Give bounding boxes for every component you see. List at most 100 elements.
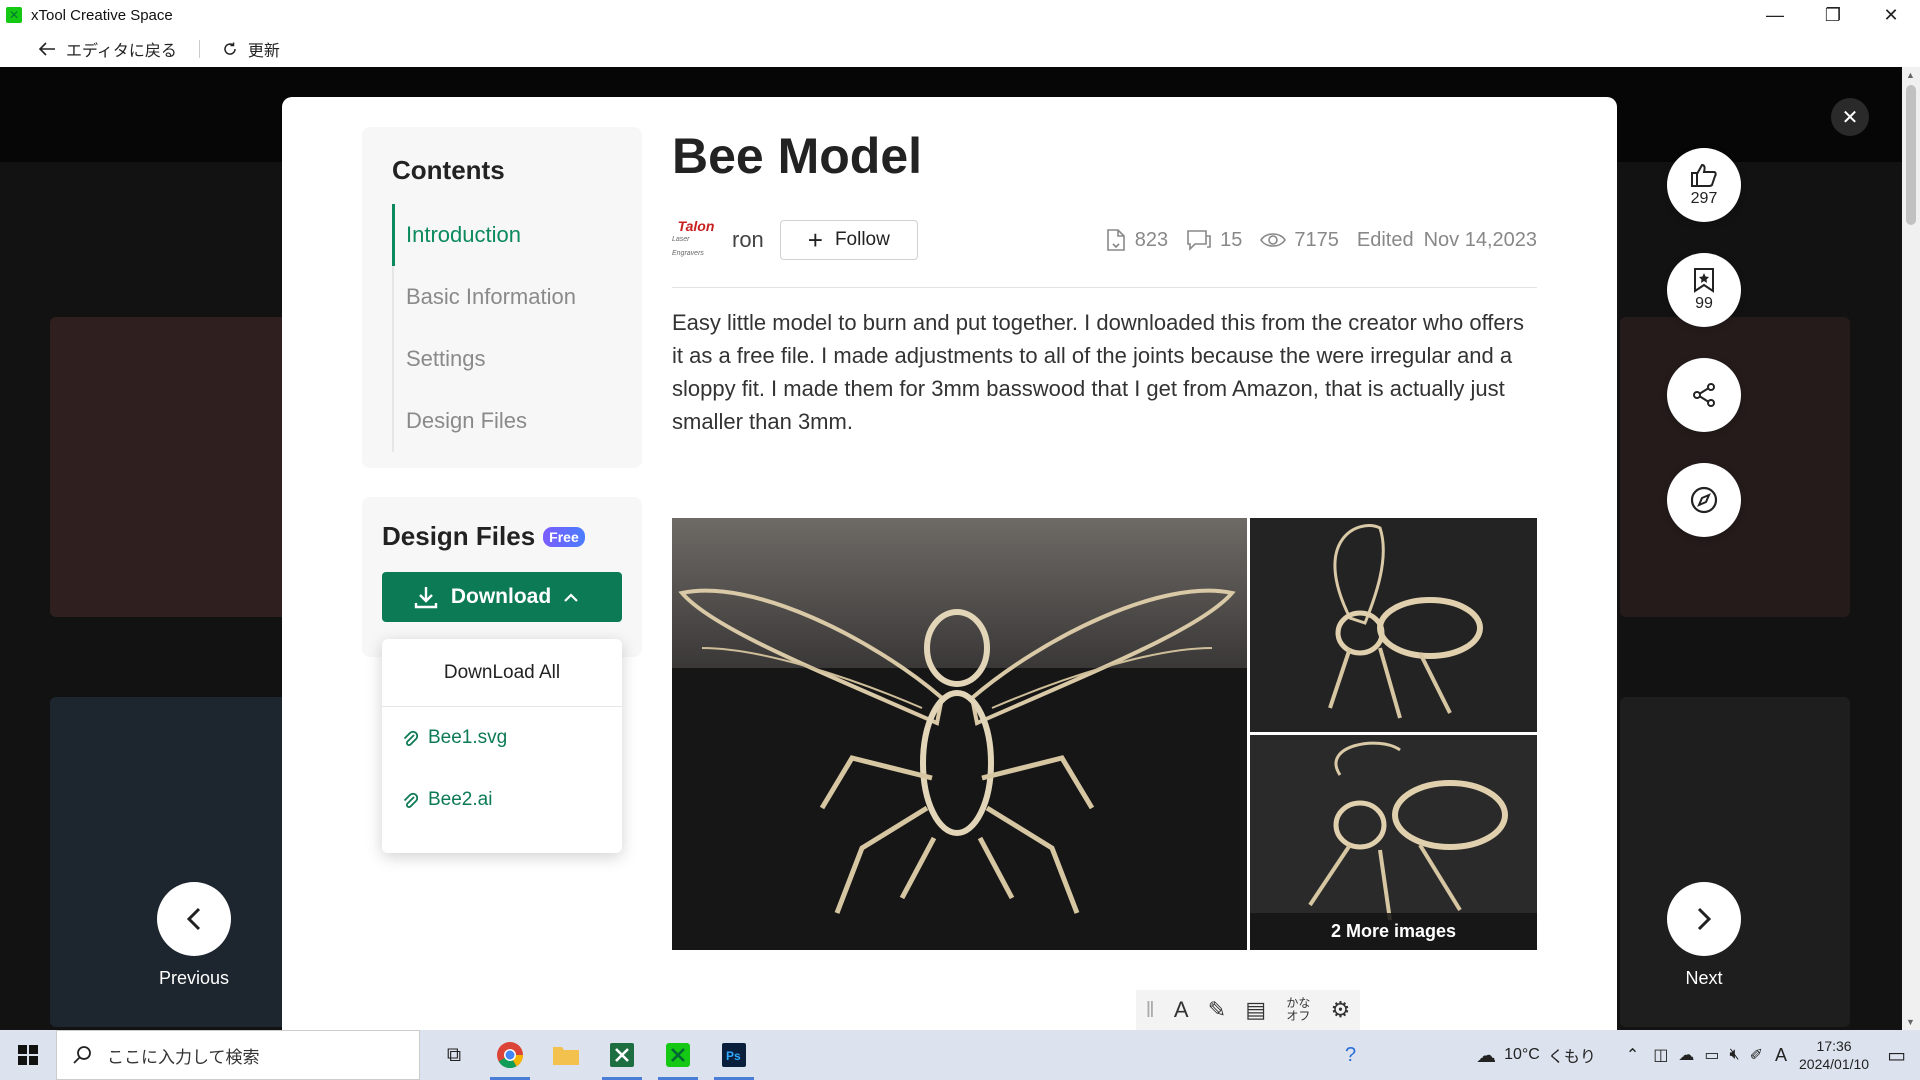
ime-mode-indicator[interactable]: A bbox=[1775, 1045, 1787, 1066]
ime-tool-icon[interactable]: ✎ bbox=[1208, 997, 1226, 1023]
back-label: エディタに戻る bbox=[66, 42, 177, 60]
chrome-icon[interactable] bbox=[482, 1030, 538, 1080]
excel-icon[interactable] bbox=[594, 1030, 650, 1080]
toc-item-basic-information[interactable]: Basic Information bbox=[392, 266, 612, 328]
search-placeholder: ここに入力して検索 bbox=[107, 1047, 260, 1067]
task-view-icon[interactable]: ⧉ bbox=[426, 1030, 482, 1080]
chevron-right-icon bbox=[1697, 907, 1712, 931]
like-count: 297 bbox=[1690, 190, 1718, 207]
gallery-thumb-1[interactable] bbox=[1250, 518, 1537, 732]
clock-time: 17:36 bbox=[1816, 1038, 1852, 1054]
view-count: 7175 bbox=[1260, 229, 1339, 252]
project-meta-row: Talon Laser Engravers ron + Follow 823 1… bbox=[672, 217, 1537, 263]
xtool-logo-icon bbox=[666, 1043, 690, 1067]
windows-logo-icon bbox=[18, 1045, 38, 1065]
chevron-left-icon bbox=[186, 907, 201, 931]
help-icon[interactable]: ? bbox=[1345, 1044, 1356, 1067]
ime-pad-icon[interactable]: ▤ bbox=[1245, 997, 1266, 1023]
file-link-bee2[interactable]: Bee2.ai bbox=[382, 769, 622, 831]
previous-button[interactable] bbox=[157, 882, 231, 956]
previous-label: Previous bbox=[158, 968, 230, 988]
explore-button[interactable] bbox=[1667, 463, 1741, 537]
ime-settings-icon[interactable]: ⚙ bbox=[1331, 997, 1351, 1023]
share-button[interactable] bbox=[1667, 358, 1741, 432]
avatar-subtext: Laser Engravers bbox=[672, 236, 704, 257]
follow-button[interactable]: + Follow bbox=[779, 220, 918, 260]
minimize-icon[interactable]: — bbox=[1746, 0, 1804, 30]
project-description: Easy little model to burn and put togeth… bbox=[672, 310, 1524, 434]
ime-toolbar: ‖ A ✎ ▤ かな オフ ⚙ bbox=[1136, 990, 1360, 1030]
weather-temp: 10°C bbox=[1504, 1046, 1540, 1063]
back-to-editor-button[interactable]: エディタに戻る bbox=[38, 37, 177, 61]
ime-grip-icon[interactable]: ‖ bbox=[1146, 997, 1155, 1023]
battery-icon[interactable]: ▭ bbox=[1704, 1045, 1719, 1065]
design-files-card: Design Files Free Download bbox=[362, 497, 642, 657]
file-link-bee1[interactable]: Bee1.svg bbox=[382, 707, 622, 769]
download-button[interactable]: Download bbox=[382, 572, 622, 622]
project-title: Bee Model bbox=[672, 128, 923, 184]
author-name[interactable]: ron bbox=[732, 227, 764, 253]
free-badge: Free bbox=[543, 526, 585, 547]
author-avatar[interactable]: Talon Laser Engravers bbox=[672, 218, 720, 262]
clock[interactable]: 17:36 2024/01/10 bbox=[1799, 1037, 1869, 1073]
gallery-main-image[interactable] bbox=[672, 518, 1247, 950]
meta-divider bbox=[672, 287, 1537, 288]
ime-kana-toggle[interactable]: かな オフ bbox=[1285, 997, 1311, 1023]
scroll-thumb[interactable] bbox=[1906, 85, 1916, 225]
file-explorer-icon[interactable] bbox=[538, 1030, 594, 1080]
network-icon[interactable]: ◫ bbox=[1653, 1045, 1668, 1065]
download-menu: DownLoad All Bee1.svg Bee2.ai bbox=[382, 639, 622, 853]
excel-logo-icon bbox=[610, 1043, 634, 1067]
edited-date: Nov 14,2023 bbox=[1423, 228, 1537, 251]
chevron-up-icon bbox=[564, 593, 578, 602]
app-x-icon: ✕ bbox=[6, 7, 22, 23]
toc-item-design-files[interactable]: Design Files bbox=[392, 390, 612, 452]
paperclip-icon bbox=[403, 730, 418, 746]
pen-icon[interactable]: ✐ bbox=[1750, 1045, 1763, 1065]
window-title: xTool Creative Space bbox=[31, 6, 173, 24]
bookmark-button[interactable]: 99 bbox=[1667, 253, 1741, 327]
download-label: Download bbox=[450, 585, 552, 608]
chevron-up-tray-icon[interactable]: ⌃ bbox=[1626, 1045, 1639, 1065]
more-images-button[interactable]: 2 More images bbox=[1250, 913, 1537, 950]
close-window-icon[interactable]: ✕ bbox=[1862, 0, 1920, 30]
restore-icon[interactable]: ❐ bbox=[1804, 0, 1862, 30]
page-scrollbar[interactable]: ▲ ▼ bbox=[1902, 67, 1920, 1030]
like-button[interactable]: 297 bbox=[1667, 148, 1741, 222]
volume-muted-icon[interactable]: 🔇︎ bbox=[1730, 1046, 1740, 1064]
share-icon bbox=[1693, 383, 1715, 407]
refresh-button[interactable]: 更新 bbox=[222, 37, 280, 61]
refresh-label: 更新 bbox=[247, 42, 280, 60]
nav-bar: エディタに戻る 更新 bbox=[0, 30, 1920, 67]
start-button[interactable] bbox=[0, 1030, 56, 1080]
download-count-value: 823 bbox=[1134, 228, 1169, 251]
next-button[interactable] bbox=[1667, 882, 1741, 956]
photoshop-logo-icon: Ps bbox=[722, 1043, 746, 1067]
windows-taskbar: ここに入力して検索 ⧉ Ps ? ☁ 10°C くもり ⌃ ◫ ☁ ▭ 🔇︎ ✐… bbox=[0, 1030, 1920, 1080]
toc-item-introduction[interactable]: Introduction bbox=[392, 204, 612, 266]
toc-item-settings[interactable]: Settings bbox=[392, 328, 612, 390]
close-modal-button[interactable]: ✕ bbox=[1831, 98, 1869, 136]
download-all-button[interactable]: DownLoad All bbox=[382, 639, 622, 707]
refresh-icon bbox=[224, 42, 236, 55]
compass-icon bbox=[1690, 486, 1718, 514]
edited-label: Edited bbox=[1356, 228, 1414, 251]
scroll-up-icon[interactable]: ▲ bbox=[1906, 70, 1915, 80]
image-gallery: 2 More images bbox=[672, 518, 1537, 950]
notification-icon[interactable]: ▭ bbox=[1887, 1043, 1906, 1068]
ime-font-icon[interactable]: A bbox=[1174, 997, 1189, 1023]
contents-list: Introduction Basic Information Settings … bbox=[392, 204, 612, 452]
photoshop-icon[interactable]: Ps bbox=[706, 1030, 762, 1080]
bee-side-photo bbox=[1250, 518, 1537, 732]
xtool-app-icon[interactable] bbox=[650, 1030, 706, 1080]
comment-icon bbox=[1187, 230, 1211, 251]
window-controls: — ❐ ✕ bbox=[1746, 0, 1920, 30]
taskbar-search[interactable]: ここに入力して検索 bbox=[56, 1030, 420, 1080]
thumbs-up-icon bbox=[1691, 163, 1717, 187]
weather-icon[interactable]: ☁ bbox=[1476, 1043, 1496, 1068]
close-icon: ✕ bbox=[1841, 106, 1859, 129]
weather-text: くもり bbox=[1547, 1049, 1596, 1066]
chrome-logo-icon bbox=[497, 1042, 524, 1069]
onedrive-icon[interactable]: ☁ bbox=[1678, 1045, 1694, 1065]
scroll-down-icon[interactable]: ▼ bbox=[1906, 1017, 1915, 1027]
